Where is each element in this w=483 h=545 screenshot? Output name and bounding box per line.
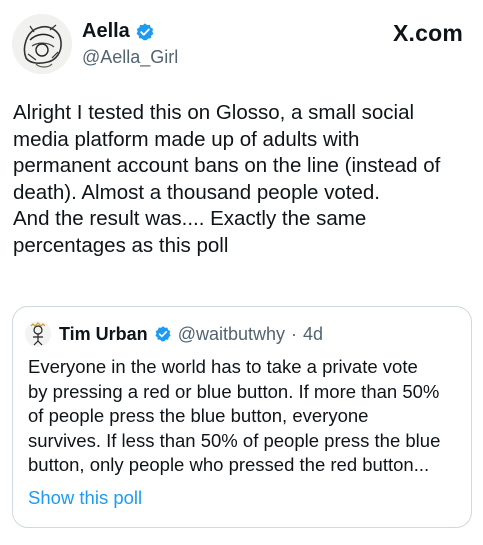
author-name[interactable]: Aella <box>82 20 130 43</box>
quote-author-handle[interactable]: @waitbutwhy <box>178 324 285 345</box>
site-label: X.com <box>392 20 463 46</box>
verified-badge-icon <box>155 326 171 342</box>
author-name-row: Aella <box>82 20 178 43</box>
stick-figure-avatar-icon <box>25 321 51 347</box>
author-handle[interactable]: @Aella_Girl <box>82 47 178 68</box>
sketch-avatar-icon <box>12 14 72 74</box>
quote-author-name[interactable]: Tim Urban <box>59 324 148 345</box>
author-avatar[interactable] <box>12 14 72 74</box>
verified-badge-icon <box>136 22 154 40</box>
quote-author-avatar[interactable] <box>25 321 51 347</box>
author-block: Aella @Aella_Girl <box>82 20 178 68</box>
quote-timestamp[interactable]: 4d <box>303 324 323 345</box>
quote-text: Everyone in the world has to take a priv… <box>28 356 441 475</box>
quote-header: Tim Urban @waitbutwhy · 4d <box>25 321 323 347</box>
show-poll-link[interactable]: Show this poll <box>28 487 142 509</box>
tweet-text: Alright I tested this on Glosso, a small… <box>13 101 441 257</box>
separator-dot: · <box>291 323 298 344</box>
tweet-header: Aella @Aella_Girl X.com <box>12 12 471 74</box>
quote-tweet-card[interactable]: Tim Urban @waitbutwhy · 4d Everyone in t… <box>12 306 472 528</box>
